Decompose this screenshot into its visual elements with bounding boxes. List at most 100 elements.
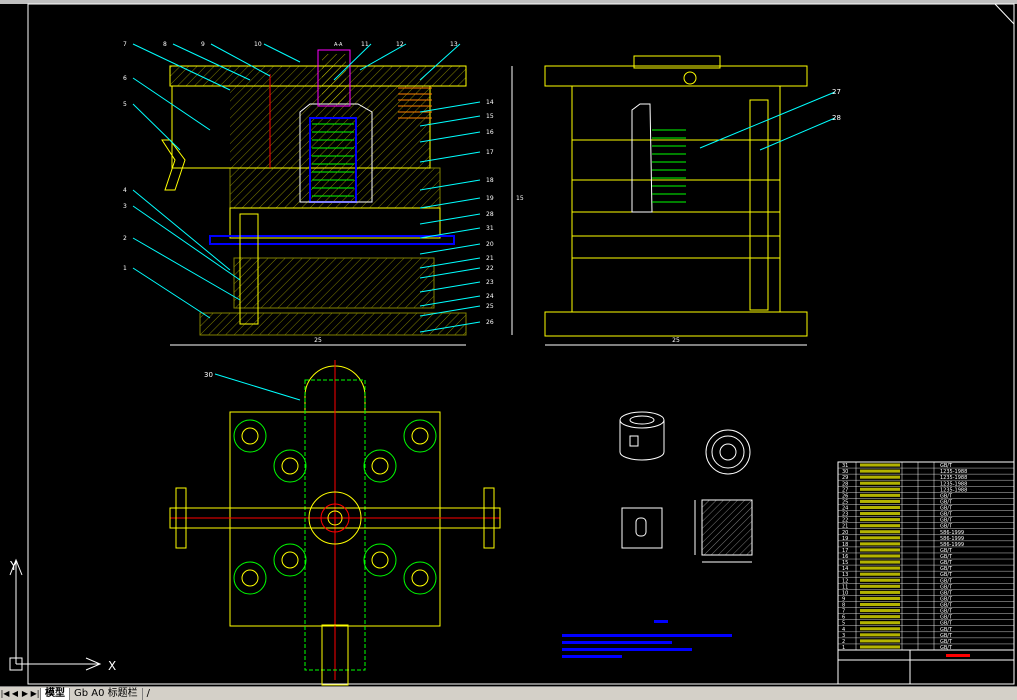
callout-label: 28 [486,211,494,218]
bom-name-cell [860,481,900,485]
callout-label: 15 [486,113,494,120]
bolt-hole [273,449,307,483]
drawing-frame [27,3,1015,685]
callout-label: 31 [486,225,494,232]
tab-model[interactable]: 模型 [40,687,69,700]
tab-separator: / [141,687,154,700]
callout-label: 7 [123,41,127,48]
bom-name-cell [860,572,900,576]
bom-name-cell [860,627,900,631]
bolt-hole-inner [241,427,259,445]
side-bottom-plate [544,311,808,337]
tab-layout-a0[interactable]: Gb A0 标题栏 [69,687,142,700]
bom-name-cell [860,560,900,564]
bolt-hole [233,561,267,595]
side-leader-pin [749,99,769,311]
callout-label: 26 [486,319,494,326]
window-top-edge [0,0,1017,4]
bolt-hole [363,543,397,577]
callout-label: 9 [201,41,205,48]
callout-28-side: 28 [832,114,841,122]
bolt-hole [403,561,437,595]
technical-notes [562,620,732,658]
bom-name-cell [860,542,900,546]
ucs-x-label: X [108,659,116,673]
ucs-y-label: Y [9,559,18,573]
callout-label: 8 [163,41,167,48]
bom-name-cell [860,536,900,540]
next-tab-button[interactable]: ▶ [20,688,30,699]
bom-name-cell [860,530,900,534]
bom-name-cell [860,615,900,619]
bom-name-cell [860,505,900,510]
bom-name-cell [860,518,900,522]
callout-label: 14 [486,99,494,106]
slide-block [161,139,186,191]
bom-name-cell [860,463,900,467]
frame-corner-mark [994,3,1015,25]
callout-label: 24 [486,293,494,300]
callout-label: 10 [254,41,262,48]
bolt-hole-inner [281,551,299,569]
bom-name-cell [860,602,900,607]
bom-name-cell [860,548,900,552]
part-top-view [705,429,751,475]
callout-label: 5 [123,101,127,108]
spacer-blocks [233,257,435,309]
side-plates [571,85,781,213]
bom-name-cell [860,499,900,503]
side-width-dimension-text: 25 [672,337,680,344]
callout-label: 22 [486,265,494,272]
bolt-hole-inner [371,457,389,475]
bom-name-cell [860,609,900,613]
callout-label: 23 [486,279,494,286]
bom-name-cell [860,469,900,473]
title-block [837,649,1015,685]
section-label: A-A [334,42,343,48]
callout-label: 12 [396,41,404,48]
part-section-isometric [621,507,663,549]
callout-label: 17 [486,149,494,156]
callout-label: 18 [486,177,494,184]
side-part-outline [631,103,653,213]
callout-30: 30 [204,371,213,379]
side-top-plate [544,65,808,87]
bom-name-cell [860,524,900,528]
plan-view[interactable]: 30 [169,360,501,686]
side-section-view[interactable]: 25 27 28 [544,55,841,346]
bom-name-cell [860,512,900,516]
bom-name-cell [860,493,900,497]
bolt-hole [403,419,437,453]
callout-label: 4 [123,187,127,194]
side-core-threads [652,129,686,203]
bolt-hole-inner [371,551,389,569]
bom-name-cell [860,621,900,625]
part-views[interactable] [619,411,753,563]
callout-27: 27 [832,88,841,96]
bom-name-cell [860,639,900,643]
drawing-canvas[interactable]: 25 15 A-A 7 8 9 10 11 12 13654321 141516171819… [0,0,1017,686]
prev-tab-button[interactable]: ◀ [10,688,20,699]
bom-name-cell [860,645,900,649]
bolt-hole [363,449,397,483]
bom-name-cell [860,596,900,600]
bom-name-cell [860,554,900,558]
last-tab-button[interactable]: ▶| [30,688,40,699]
bolt-hole-inner [241,569,259,587]
bom-table: 31 GB/T30 1235-198829 1235-198828 1235-19882… [837,461,1015,685]
front-section-view[interactable]: 25 15 A-A [161,42,524,346]
width-dimension-text: 25 [314,337,322,344]
bolt-hole [233,419,267,453]
height-dimension-text: 15 [516,195,524,202]
bom-name-cell [860,578,900,582]
cooling-channel [209,235,455,245]
layout-tab-bar: |◀ ◀ ▶ ▶| 模型 Gb A0 标题栏 / [0,686,1017,700]
first-tab-button[interactable]: |◀ [0,688,10,699]
bolt-hole-inner [411,427,429,445]
bolt-hole-inner [281,457,299,475]
side-lower-plates [571,211,781,313]
callout-label: 25 [486,303,494,310]
bom-name-cell [860,566,900,570]
callout-label: 6 [123,75,127,82]
bom-name-cell [860,487,900,491]
